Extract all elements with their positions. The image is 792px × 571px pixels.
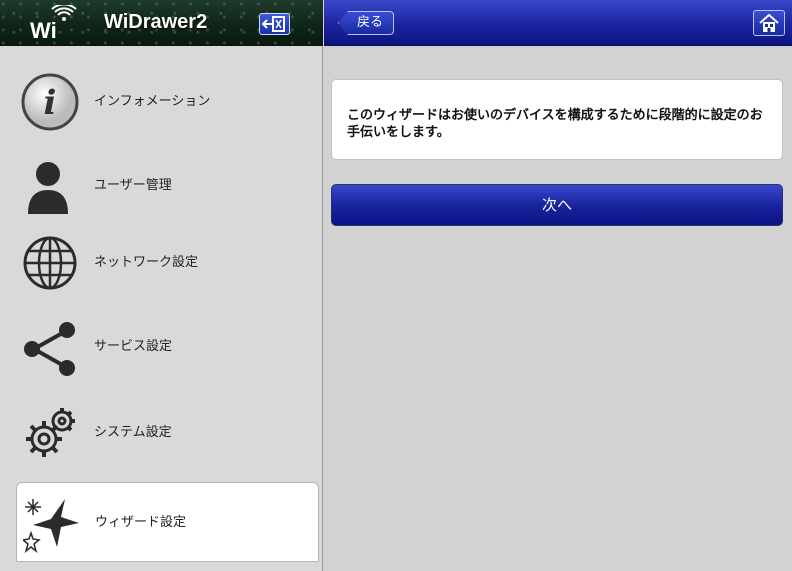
sidebar-item-information[interactable]: i インフォメーション	[0, 60, 323, 144]
top-bar: 戻る	[324, 0, 792, 46]
wifi-logo: Wi	[30, 5, 77, 41]
wizard-description: このウィザードはお使いのデバイスを構成するために段階的に設定のお手伝いをします。	[347, 108, 763, 140]
stars-icon	[23, 499, 79, 553]
sidebar-item-network[interactable]: ネットワーク設定	[0, 221, 323, 305]
logout-icon	[261, 16, 285, 32]
share-icon	[24, 322, 75, 376]
sidebar-item-wizard[interactable]: ウィザード設定	[16, 482, 319, 562]
logout-button[interactable]	[259, 13, 290, 35]
sidebar-item-service[interactable]: サービス設定	[0, 305, 323, 389]
globe-icon	[23, 236, 77, 290]
app-title: WiDrawer2	[104, 11, 208, 33]
sidebar-item-user-management[interactable]: ユーザー管理	[0, 144, 323, 228]
home-icon	[759, 13, 779, 32]
next-button[interactable]: 次へ	[331, 184, 783, 226]
info-box: このウィザードはお使いのデバイスを構成するために段階的に設定のお手伝いをします。	[331, 79, 783, 160]
sidebar-item-system[interactable]: システム設定	[0, 391, 323, 475]
sidebar-header: Wi WiDrawer2	[0, 0, 323, 46]
sidebar-item-label: ユーザー管理	[94, 178, 172, 193]
sidebar-item-label: サービス設定	[94, 339, 173, 354]
back-button[interactable]: 戻る	[338, 11, 395, 35]
home-button[interactable]	[753, 10, 785, 36]
sidebar: Wi WiDrawer2 i インフォメーション ユーザー管理 ネットワーク設定…	[0, 0, 323, 571]
information-icon: i	[21, 73, 79, 131]
sidebar-item-label: システム設定	[94, 425, 172, 440]
user-icon	[28, 162, 68, 214]
sidebar-item-label: ネットワーク設定	[94, 255, 199, 270]
logo-text: Wi	[30, 18, 57, 41]
gears-icon	[26, 408, 75, 457]
sidebar-item-label: ウィザード設定	[95, 515, 187, 530]
svg-text:i: i	[44, 83, 57, 123]
sidebar-item-label: インフォメーション	[94, 94, 211, 109]
